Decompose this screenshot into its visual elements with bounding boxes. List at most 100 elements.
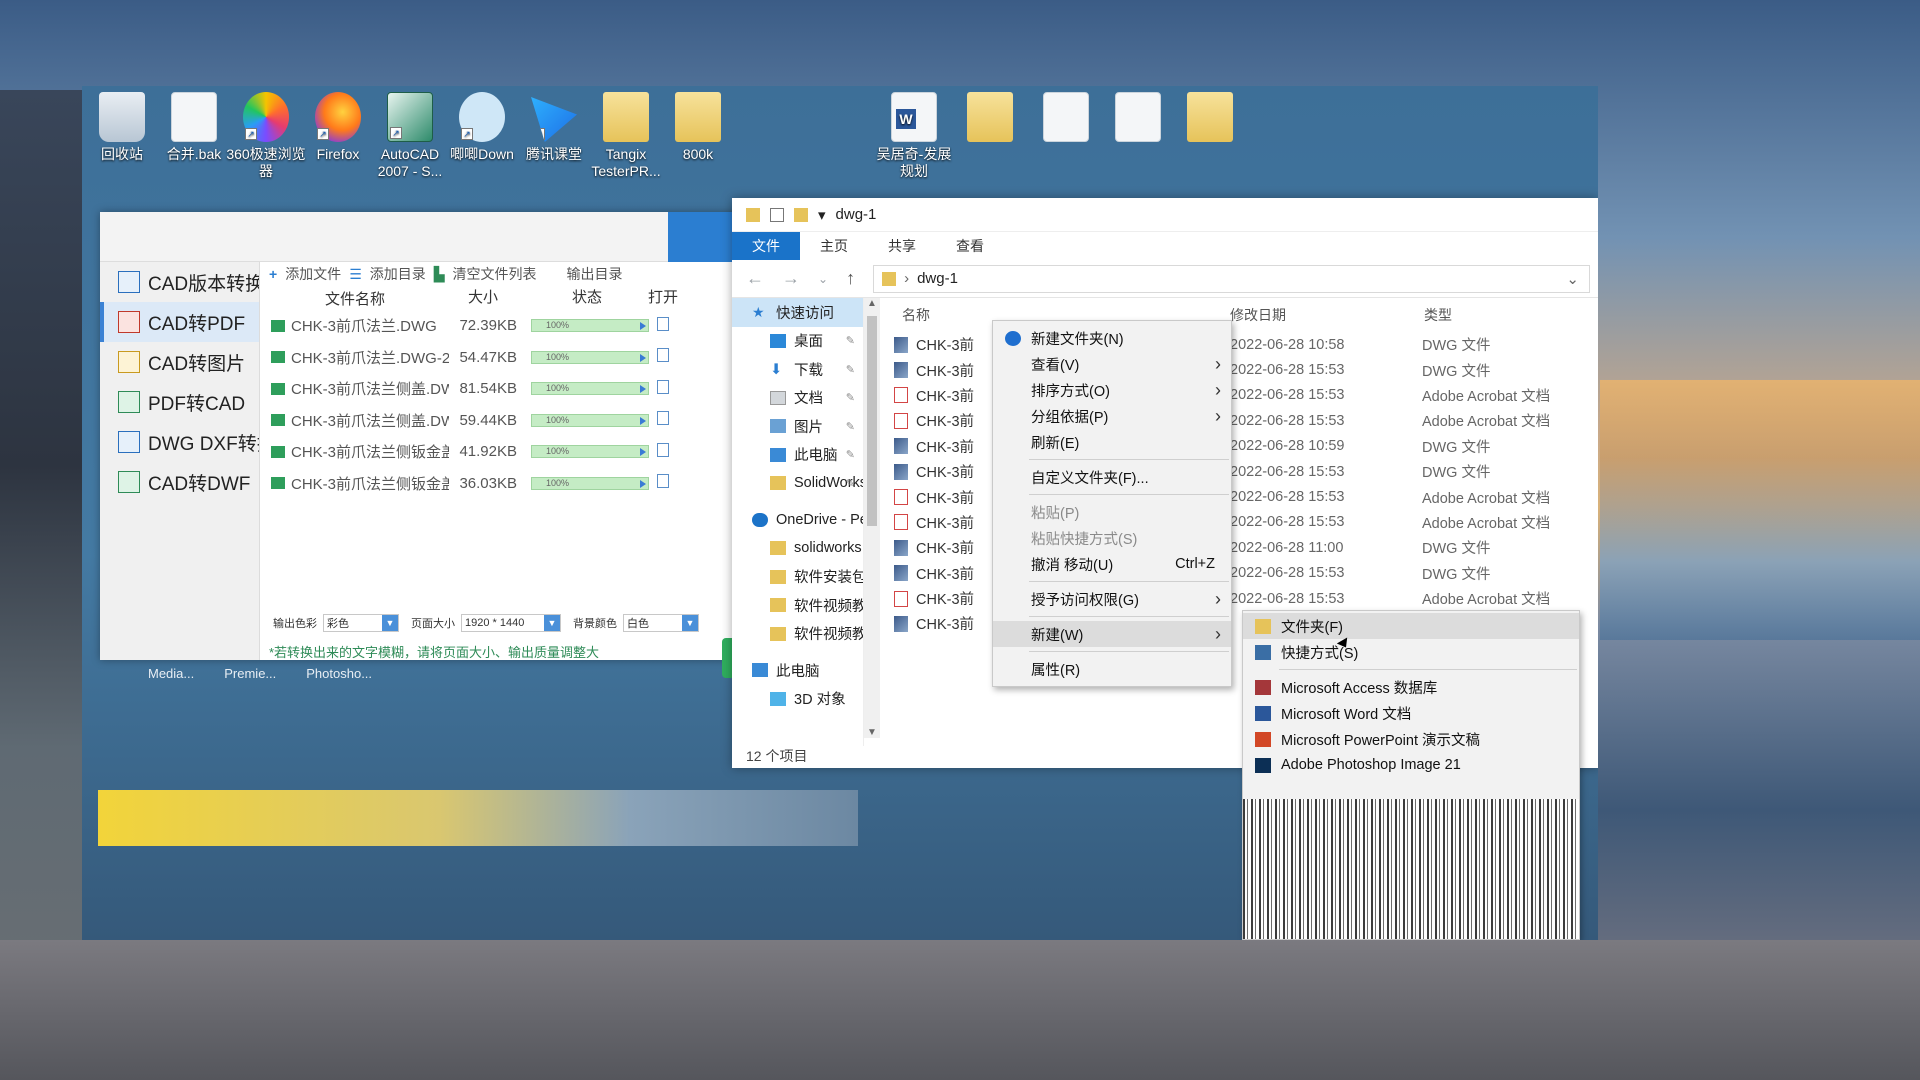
menu-item[interactable]: 授予访问权限(G) › — [993, 586, 1231, 612]
quick-access-dropdown-icon[interactable]: ▾ — [818, 206, 826, 224]
list-item[interactable]: CHK-3前 2022-06-28 11:00 DWG 文件 — [880, 535, 1598, 560]
desktop-icon[interactable]: 800k — [658, 86, 738, 163]
desktop-icon[interactable]: ↗ 腾讯课堂 — [514, 86, 594, 163]
open-file-icon[interactable] — [657, 348, 669, 363]
list-item[interactable]: CHK-3前 2022-06-28 15:53 Adobe Acrobat 文档 — [880, 586, 1598, 611]
scrollbar-thumb[interactable] — [867, 316, 877, 526]
desktop-icon[interactable] — [1098, 86, 1178, 146]
list-item[interactable]: CHK-3前 2022-06-28 15:53 Adobe Acrobat 文档 — [880, 484, 1598, 509]
nav-item[interactable]: 软件安装包 — [732, 563, 863, 592]
table-row[interactable]: CHK-3前爪法兰.DWG 72.39KB 100% — [261, 310, 740, 342]
menu-item[interactable]: 排序方式(O) › — [993, 377, 1231, 403]
table-row[interactable]: CHK-3前爪法兰侧盖.DWG 81.54KB 100% — [261, 373, 740, 405]
desktop-icon[interactable]: 回收站 — [82, 86, 162, 163]
menu-item[interactable]: 属性(R) — [993, 656, 1231, 682]
desktop-icon[interactable]: 吴居奇-发展规划 — [874, 86, 954, 180]
menu-item[interactable]: 查看(V) › — [993, 351, 1231, 377]
properties-quick-icon[interactable] — [770, 207, 784, 222]
cad-sidebar-item[interactable]: CAD转DWF — [100, 462, 259, 502]
desktop-icon[interactable]: ↗ Firefox — [298, 86, 378, 163]
desktop-icon[interactable] — [1170, 86, 1250, 146]
menu-item[interactable]: 快捷方式(S) — [1243, 639, 1579, 665]
menu-item[interactable]: 文件夹(F) — [1243, 613, 1579, 639]
desktop-icon[interactable]: ↗ 360极速浏览器 — [226, 86, 306, 180]
desktop-label-photoshop[interactable]: Photosho... — [306, 666, 372, 681]
cad-sidebar-item[interactable]: CAD转图片 — [100, 342, 259, 382]
list-item[interactable]: CHK-3前 2022-06-28 15:53 Adobe Acrobat 文档 — [880, 408, 1598, 433]
nav-item[interactable]: 此电脑 — [732, 656, 863, 685]
nav-item[interactable]: 3D 对象 — [732, 685, 863, 714]
cad-sidebar-item[interactable]: CAD版本转换 — [100, 262, 259, 302]
desktop-icon[interactable]: Tangix TesterPR... — [586, 86, 666, 180]
desktop-label-premiere[interactable]: Premie... — [224, 666, 276, 681]
desktop-icon[interactable]: ↗ AutoCAD 2007 - S... — [370, 86, 450, 180]
new-folder-quick-icon[interactable] — [794, 207, 808, 222]
open-file-icon[interactable] — [657, 442, 669, 457]
scroll-up-icon[interactable]: ▲ — [867, 298, 877, 309]
list-item[interactable]: CHK-3前 2022-06-28 15:53 Adobe Acrobat 文档 — [880, 510, 1598, 535]
nav-item[interactable]: 图片 ✎ — [732, 412, 863, 441]
menu-item[interactable]: 撤消 移动(U) Ctrl+Z — [993, 551, 1231, 577]
add-file-button[interactable]: 添加文件 — [285, 264, 341, 284]
nav-item[interactable]: 软件视频教程 — [732, 620, 863, 649]
list-item[interactable]: CHK-3前 2022-06-28 15:53 DWG 文件 — [880, 357, 1598, 382]
output-dir-button[interactable]: 输出目录 — [567, 264, 623, 284]
nav-item[interactable]: 文档 ✎ — [732, 384, 863, 413]
desktop-icon[interactable]: ↗ 唧唧Down — [442, 86, 522, 163]
page-size-select[interactable]: 1920 * 1440 ▼ — [461, 614, 561, 632]
clear-list-button[interactable]: 清空文件列表 — [453, 264, 537, 284]
list-item[interactable]: CHK-3前 2022-06-28 15:53 DWG 文件 — [880, 561, 1598, 586]
nav-item[interactable]: ⬇ 下载 ✎ — [732, 355, 863, 384]
scroll-down-icon[interactable]: ▼ — [867, 727, 877, 738]
navigation-scrollbar[interactable]: ▲ ▼ — [864, 298, 880, 738]
nav-item[interactable]: solidworks — [732, 534, 863, 563]
explorer-title-bar[interactable]: ▾ dwg-1 — [732, 198, 1598, 232]
desktop-icon[interactable] — [1026, 86, 1106, 146]
forward-arrow-icon[interactable]: → — [782, 268, 800, 289]
ribbon-tab-view[interactable]: 查看 — [936, 232, 1004, 260]
nav-item[interactable]: 软件视频教程 — [732, 591, 863, 620]
list-item[interactable]: CHK-3前 2022-06-28 15:53 DWG 文件 — [880, 459, 1598, 484]
table-row[interactable]: CHK-3前爪法兰侧钣金盖. 36.03KB 100% — [261, 468, 740, 500]
table-row[interactable]: CHK-3前爪法兰.DWG-2022 54.47KB 100% — [261, 342, 740, 374]
add-folder-button[interactable]: 添加目录 — [370, 264, 426, 284]
open-file-icon[interactable] — [657, 474, 669, 489]
nav-item[interactable]: ★ 快速访问 — [732, 298, 863, 327]
menu-item[interactable]: 分组依据(P) › — [993, 403, 1231, 429]
column-header-date[interactable]: 修改日期 — [1230, 305, 1424, 325]
list-item[interactable]: CHK-3前 2022-06-28 10:58 DWG 文件 — [880, 332, 1598, 357]
menu-item[interactable]: 新建(W) › — [993, 621, 1231, 647]
cad-sidebar-item[interactable]: CAD转PDF — [100, 302, 259, 342]
menu-item[interactable]: Microsoft Word 文档 — [1243, 700, 1579, 726]
table-row[interactable]: CHK-3前爪法兰侧盖.DWG- 59.44KB 100% — [261, 405, 740, 437]
open-file-icon[interactable] — [657, 411, 669, 426]
table-row[interactable]: CHK-3前爪法兰侧钣金盖. 41.92KB 100% — [261, 436, 740, 468]
ribbon-tab-file[interactable]: 文件 — [732, 232, 800, 260]
nav-item[interactable]: 此电脑 ✎ — [732, 441, 863, 470]
cad-title-bar[interactable] — [100, 212, 740, 262]
ribbon-tab-home[interactable]: 主页 — [800, 232, 868, 260]
nav-item[interactable]: OneDrive - Personal — [732, 506, 863, 535]
menu-item[interactable]: 新建文件夹(N) — [993, 325, 1231, 351]
menu-item[interactable]: Microsoft PowerPoint 演示文稿 — [1243, 726, 1579, 752]
chevron-down-icon[interactable]: ⌄ — [1566, 270, 1579, 288]
up-arrow-icon[interactable]: ↑ — [846, 268, 855, 289]
menu-item[interactable]: Microsoft Access 数据库 — [1243, 674, 1579, 700]
nav-item[interactable]: SolidWorks ✎ — [732, 469, 863, 498]
desktop-label-media[interactable]: Media... — [148, 666, 194, 681]
back-arrow-icon[interactable]: ← — [746, 268, 764, 289]
column-header-type[interactable]: 类型 — [1424, 305, 1452, 325]
output-color-select[interactable]: 彩色 ▼ — [323, 614, 399, 632]
menu-item[interactable]: 刷新(E) — [993, 429, 1231, 455]
ribbon-tab-share[interactable]: 共享 — [868, 232, 936, 260]
desktop-icon[interactable]: 合并.bak — [154, 86, 234, 163]
address-bar[interactable]: › dwg-1 ⌄ — [873, 264, 1590, 293]
list-item[interactable]: CHK-3前 2022-06-28 15:53 Adobe Acrobat 文档 — [880, 383, 1598, 408]
cad-sidebar-item[interactable]: DWG DXF转换 — [100, 422, 259, 462]
nav-item[interactable]: 桌面 ✎ — [732, 327, 863, 356]
open-file-icon[interactable] — [657, 379, 669, 394]
menu-item[interactable]: Adobe Photoshop Image 21 — [1243, 752, 1579, 778]
bg-color-select[interactable]: 白色 ▼ — [623, 614, 699, 632]
menu-item[interactable]: 自定义文件夹(F)... — [993, 464, 1231, 490]
cad-sidebar-item[interactable]: PDF转CAD — [100, 382, 259, 422]
